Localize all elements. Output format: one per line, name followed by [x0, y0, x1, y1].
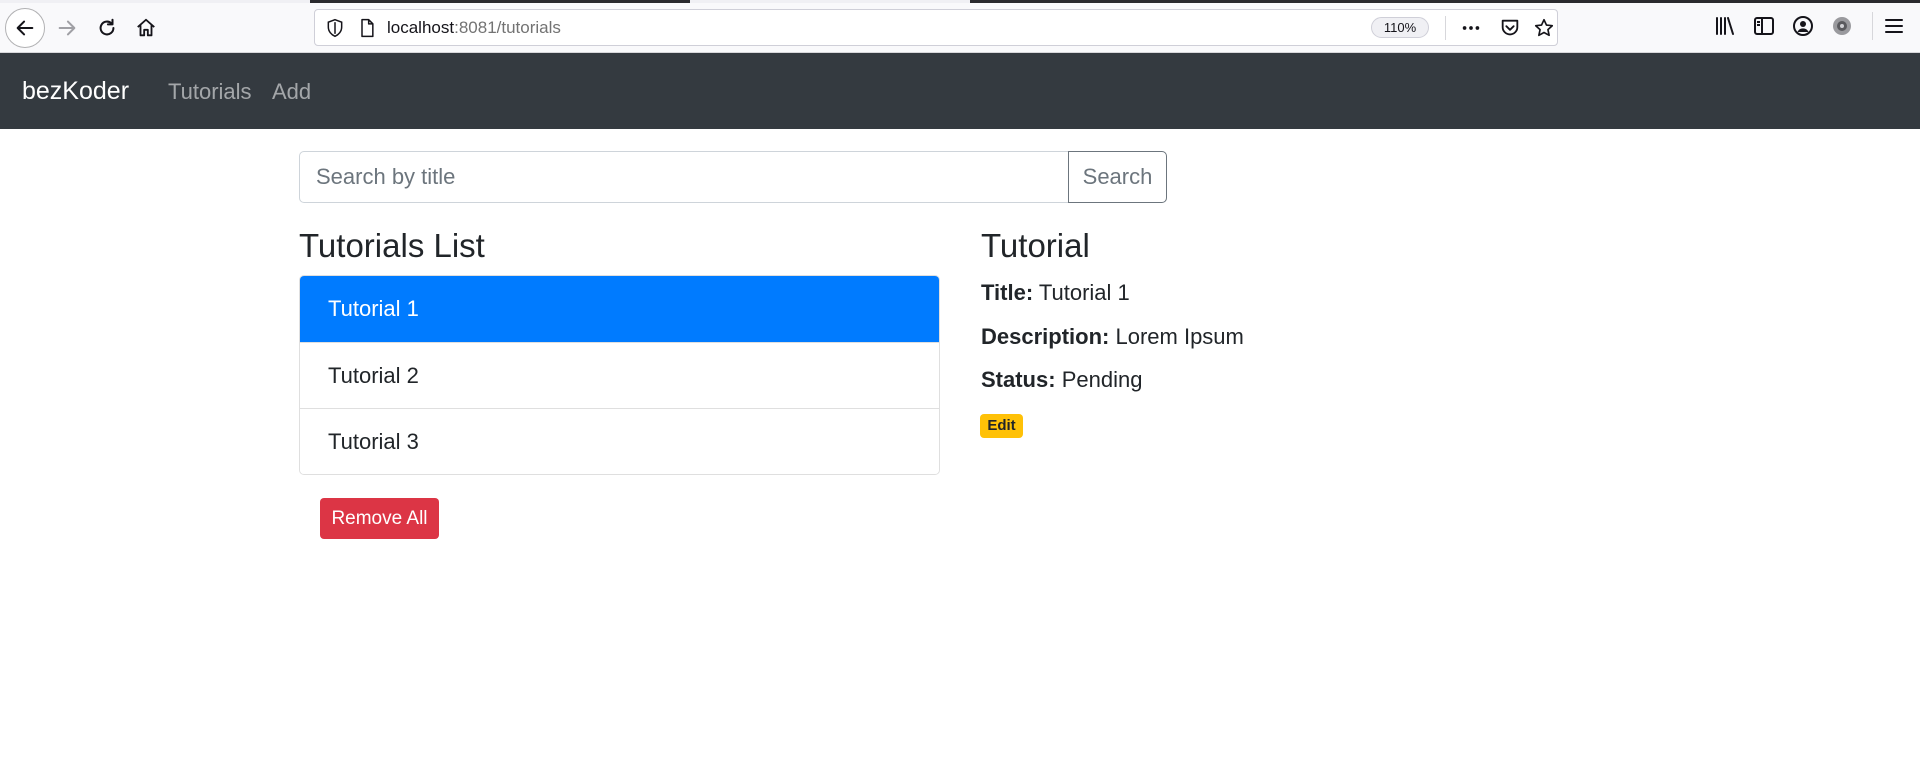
description-label: Description:	[981, 324, 1110, 349]
detail-title-row: Title: Tutorial 1	[981, 279, 1130, 307]
app-navbar: bezKoder Tutorials Add	[0, 53, 1920, 129]
list-item-active[interactable]: Tutorial 1	[300, 276, 939, 342]
status-label: Status:	[981, 367, 1056, 392]
title-label: Title:	[981, 280, 1034, 305]
divider	[1872, 12, 1873, 40]
account-icon[interactable]	[1791, 14, 1815, 38]
search-input[interactable]	[299, 151, 1069, 203]
divider	[1445, 16, 1446, 40]
nav-link-tutorials[interactable]: Tutorials	[168, 79, 252, 105]
list-item[interactable]: Tutorial 2	[300, 342, 939, 408]
back-icon	[16, 20, 34, 36]
url-text[interactable]: localhost:8081/tutorials	[387, 18, 561, 38]
pocket-icon[interactable]	[1499, 17, 1521, 39]
title-value: Tutorial 1	[1038, 280, 1130, 305]
home-icon	[137, 18, 155, 37]
list-item[interactable]: Tutorial 3	[300, 408, 939, 474]
search-button[interactable]: Search	[1068, 151, 1167, 203]
back-button[interactable]	[5, 8, 45, 48]
remove-all-button[interactable]: Remove All	[320, 498, 439, 539]
library-icon[interactable]	[1713, 14, 1737, 38]
more-icon[interactable]	[1460, 17, 1482, 39]
url-host: localhost	[387, 18, 455, 37]
sidebar-icon[interactable]	[1752, 14, 1776, 38]
forward-icon	[58, 20, 76, 36]
reload-icon	[99, 18, 115, 36]
tab-indicator-right	[970, 0, 1920, 3]
brand-link[interactable]: bezKoder	[22, 75, 129, 107]
home-button[interactable]	[126, 8, 166, 48]
forward-button[interactable]	[47, 8, 87, 48]
address-bar[interactable]: localhost:8081/tutorials 110%	[314, 9, 1558, 46]
url-path: :8081/tutorials	[454, 18, 561, 37]
detail-status-row: Status: Pending	[981, 366, 1142, 394]
star-icon[interactable]	[1533, 17, 1555, 39]
tab-strip	[0, 0, 1920, 3]
edit-button[interactable]: Edit	[980, 414, 1023, 438]
detail-description-row: Description: Lorem Ipsum	[981, 323, 1244, 351]
search-group: Search	[299, 151, 1167, 203]
extension-icon[interactable]	[1830, 14, 1854, 38]
detail-heading: Tutorial	[981, 227, 1090, 264]
shield-icon[interactable]	[325, 18, 345, 38]
tab-indicator	[310, 0, 690, 3]
menu-icon[interactable]	[1882, 14, 1906, 38]
tutorials-list: Tutorial 1 Tutorial 2 Tutorial 3	[299, 275, 940, 475]
page-icon[interactable]	[357, 18, 377, 38]
browser-toolbar: localhost:8081/tutorials 110%	[0, 0, 1920, 53]
nav-link-add[interactable]: Add	[272, 79, 311, 105]
zoom-indicator[interactable]: 110%	[1371, 17, 1429, 38]
list-title: Tutorials List	[299, 227, 485, 264]
status-value: Pending	[1061, 367, 1143, 392]
description-value: Lorem Ipsum	[1115, 324, 1244, 349]
reload-button[interactable]	[87, 8, 127, 48]
